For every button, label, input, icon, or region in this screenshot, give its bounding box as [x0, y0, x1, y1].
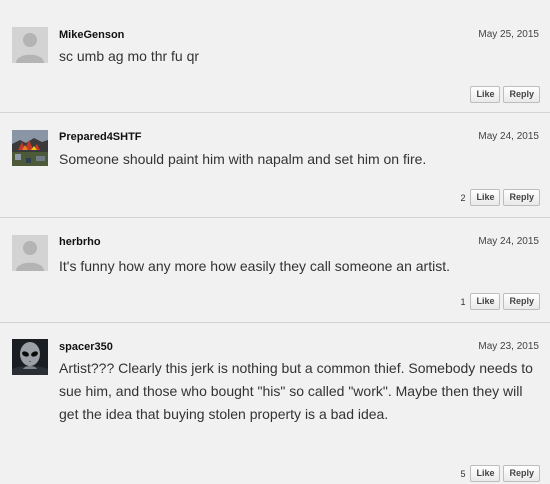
comment-item: Prepared4SHTF May 24, 2015 Someone shoul… — [0, 113, 550, 217]
like-count: 1 — [460, 296, 466, 307]
like-button[interactable]: Like — [470, 189, 501, 206]
comment-text: sc umb ag mo thr fu qr — [59, 48, 200, 64]
comment-actions: Like Reply — [465, 86, 540, 103]
reply-button[interactable]: Reply — [503, 465, 540, 482]
like-button[interactable]: Like — [470, 86, 501, 103]
comment-date: May 23, 2015 — [478, 341, 539, 352]
comment-date: May 24, 2015 — [478, 131, 539, 142]
fire-photo-avatar[interactable] — [12, 130, 48, 166]
comment-text: Artist??? Clearly this jerk is nothing b… — [59, 360, 533, 422]
reply-button[interactable]: Reply — [503, 189, 540, 206]
comment-actions: 5 Like Reply — [460, 465, 540, 482]
like-button[interactable]: Like — [470, 465, 501, 482]
comment-username[interactable]: Prepared4SHTF — [59, 131, 142, 143]
comment-actions: 2 Like Reply — [460, 189, 540, 206]
like-button[interactable]: Like — [470, 293, 501, 310]
default-user-icon[interactable] — [12, 27, 48, 63]
comment-item: spacer350 May 23, 2015 Artist??? Clearly… — [0, 323, 550, 484]
comment-username[interactable]: herbrho — [59, 236, 101, 248]
comment-text: It's funny how any more how easily they … — [59, 258, 450, 274]
comment-item: herbrho May 24, 2015 It's funny how any … — [0, 218, 550, 322]
reply-button[interactable]: Reply — [503, 293, 540, 310]
like-count: 2 — [460, 192, 466, 203]
reply-button[interactable]: Reply — [503, 86, 540, 103]
comment-item: MikeGenson May 25, 2015 sc umb ag mo thr… — [0, 0, 550, 112]
comment-date: May 24, 2015 — [478, 236, 539, 247]
like-count: 5 — [460, 468, 466, 479]
comment-thread: MikeGenson May 25, 2015 sc umb ag mo thr… — [0, 0, 550, 484]
comment-date: May 25, 2015 — [478, 29, 539, 40]
alien-avatar[interactable] — [12, 339, 48, 375]
comment-username[interactable]: MikeGenson — [59, 29, 124, 41]
comment-text: Someone should paint him with napalm and… — [59, 151, 427, 167]
default-user-icon[interactable] — [12, 235, 48, 271]
comment-username[interactable]: spacer350 — [59, 341, 113, 353]
comment-actions: 1 Like Reply — [460, 293, 540, 310]
